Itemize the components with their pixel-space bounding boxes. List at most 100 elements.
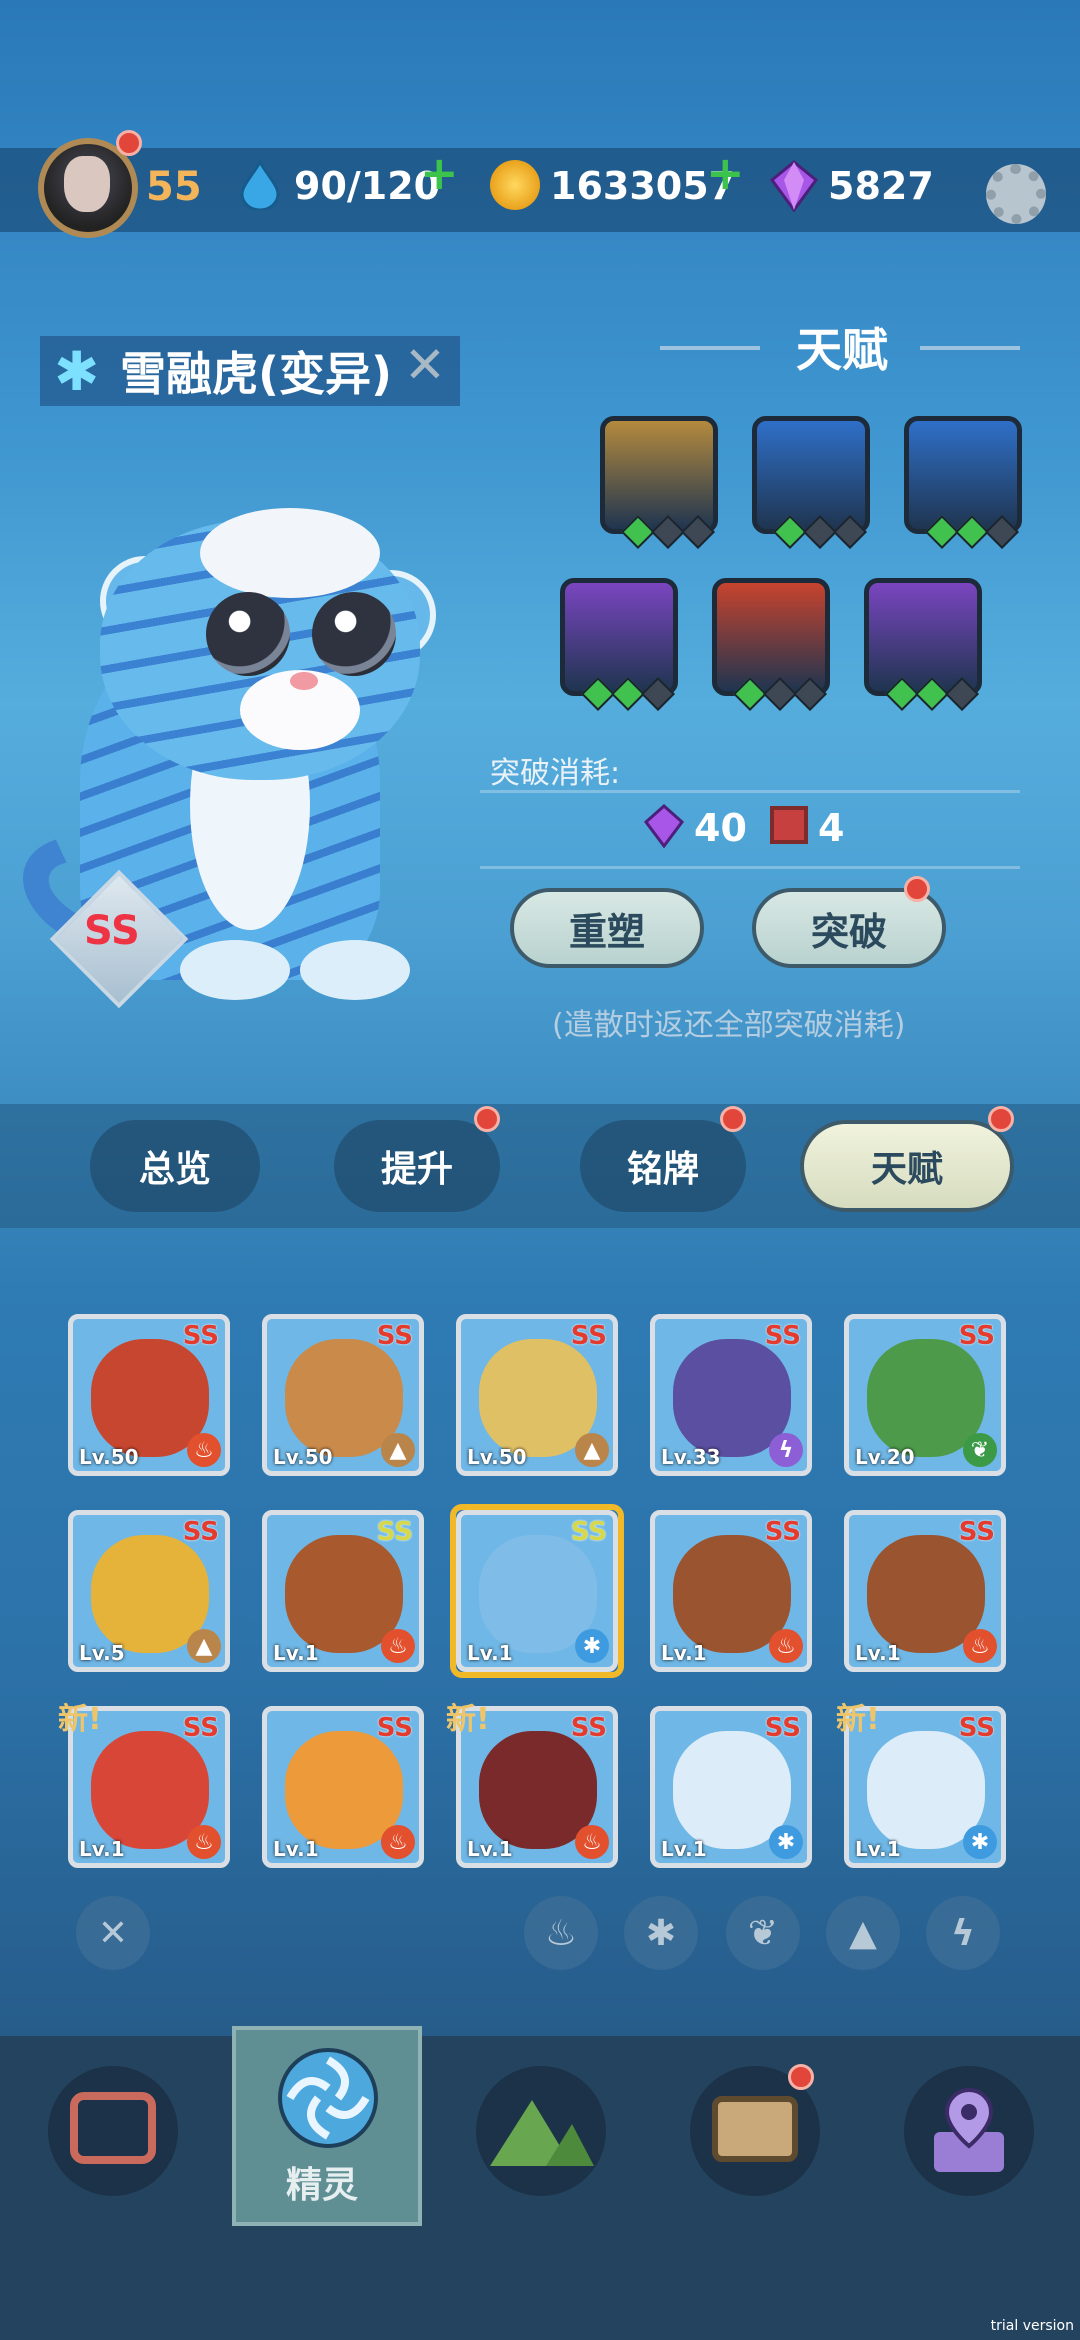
pet-card[interactable]: SS Lv.1 ♨ bbox=[844, 1510, 1006, 1672]
level-pip bbox=[651, 515, 685, 549]
tab-notification-dot bbox=[474, 1106, 500, 1132]
level-pip bbox=[885, 677, 919, 711]
tab-notification-dot bbox=[988, 1106, 1014, 1132]
leaf-element-icon: ❦ bbox=[963, 1433, 997, 1467]
talent-level-pips bbox=[621, 515, 715, 549]
pet-card[interactable]: SS Lv.1 ♨ bbox=[262, 1510, 424, 1672]
pet-level: Lv.20 bbox=[855, 1445, 915, 1469]
divider bbox=[480, 866, 1020, 869]
pet-level: Lv.1 bbox=[79, 1837, 125, 1861]
chest-icon bbox=[712, 2096, 798, 2162]
talent-5-icon[interactable] bbox=[712, 578, 830, 696]
pet-rank: SS bbox=[570, 1321, 607, 1351]
add-coin-button[interactable]: + bbox=[706, 150, 745, 196]
level-pip bbox=[611, 677, 645, 711]
fire-element-icon: ♨ bbox=[769, 1629, 803, 1663]
ice-element-icon: ✱ bbox=[963, 1825, 997, 1859]
talent-title: 天赋 bbox=[796, 323, 888, 377]
breakthrough-note: (遣散时返还全部突破消耗) bbox=[552, 1008, 906, 1043]
reshape-button[interactable]: 重塑 bbox=[510, 888, 704, 968]
pet-rank: SS bbox=[182, 1321, 219, 1351]
pet-card[interactable]: SS Lv.20 ❦ bbox=[844, 1314, 1006, 1476]
level-pip bbox=[641, 677, 675, 711]
pet-rank: SS bbox=[182, 1713, 219, 1743]
avatar-face bbox=[64, 156, 110, 212]
pet-card[interactable]: SS Lv.1 ✱ bbox=[650, 1706, 812, 1868]
filter-ice-icon[interactable]: ✱ bbox=[624, 1896, 698, 1970]
pet-card[interactable]: SS Lv.5 ▲ bbox=[68, 1510, 230, 1672]
pet-card[interactable]: SS Lv.50 ▲ bbox=[456, 1314, 618, 1476]
pet-rank: SS bbox=[764, 1713, 801, 1743]
tiger-paw-left bbox=[180, 940, 290, 1000]
tab-3[interactable]: 铭牌 bbox=[580, 1120, 746, 1212]
pet-rank: SS bbox=[570, 1713, 607, 1743]
filter-fire-icon[interactable]: ♨ bbox=[524, 1896, 598, 1970]
nav-map[interactable] bbox=[476, 2066, 606, 2196]
fire-element-icon: ♨ bbox=[187, 1433, 221, 1467]
player-level: 55 bbox=[146, 164, 202, 210]
pet-rank: SS bbox=[376, 1321, 413, 1351]
nav-spirit-label: 精灵 bbox=[286, 2165, 359, 2206]
talent-2-icon[interactable] bbox=[752, 416, 870, 534]
talent-6-icon[interactable] bbox=[864, 578, 982, 696]
tab-notification-dot bbox=[720, 1106, 746, 1132]
fire-element-icon: ♨ bbox=[963, 1629, 997, 1663]
tab-1[interactable]: 总览 bbox=[90, 1120, 260, 1212]
pet-level: Lv.1 bbox=[273, 1837, 319, 1861]
clear-filter-button[interactable]: ✕ bbox=[76, 1896, 150, 1970]
level-pip bbox=[803, 515, 837, 549]
pet-level: Lv.50 bbox=[79, 1445, 139, 1469]
breakthrough-notification-dot bbox=[904, 876, 930, 902]
pet-rank: SS bbox=[764, 1321, 801, 1351]
level-pip bbox=[581, 677, 615, 711]
level-pip bbox=[681, 515, 715, 549]
filter-leaf-icon[interactable]: ❦ bbox=[726, 1896, 800, 1970]
talent-level-pips bbox=[581, 677, 675, 711]
pet-name: 雪融虎(变异) bbox=[120, 347, 393, 401]
pet-level: Lv.50 bbox=[467, 1445, 527, 1469]
pet-card[interactable]: SS Lv.50 ▲ bbox=[262, 1314, 424, 1476]
talent-level-pips bbox=[925, 515, 1019, 549]
level-pip bbox=[773, 515, 807, 549]
tab-2[interactable]: 提升 bbox=[334, 1120, 500, 1212]
talent-level-pips bbox=[773, 515, 867, 549]
pet-card[interactable]: SS Lv.33 ϟ bbox=[650, 1314, 812, 1476]
pet-level: Lv.1 bbox=[273, 1641, 319, 1665]
new-badge: 新! bbox=[836, 1702, 880, 1737]
level-pip bbox=[925, 515, 959, 549]
thunder-element-icon: ϟ bbox=[769, 1433, 803, 1467]
selected-frame bbox=[450, 1504, 624, 1678]
filter-earth-icon[interactable]: ▲ bbox=[826, 1896, 900, 1970]
rarity-text: SS bbox=[84, 908, 140, 954]
pet-card[interactable]: SS Lv.1 ♨ bbox=[650, 1510, 812, 1672]
pet-rank: SS bbox=[376, 1517, 413, 1547]
pet-level: Lv.5 bbox=[79, 1641, 125, 1665]
fire-element-icon: ♨ bbox=[381, 1629, 415, 1663]
level-pip bbox=[955, 515, 989, 549]
close-icon[interactable]: ✕ bbox=[404, 336, 446, 394]
watermark: trial version bbox=[990, 2318, 1074, 2334]
cost-item-value: 4 bbox=[818, 806, 845, 850]
breakthrough-cost-label: 突破消耗: bbox=[490, 756, 621, 791]
coin-icon bbox=[490, 160, 540, 210]
nav-location[interactable] bbox=[904, 2066, 1034, 2196]
pet-card[interactable]: SS Lv.1 ♨ bbox=[262, 1706, 424, 1868]
backpack-notification-dot bbox=[788, 2064, 814, 2090]
add-stamina-button[interactable]: + bbox=[420, 150, 459, 196]
talent-1-icon[interactable] bbox=[600, 416, 718, 534]
stamina-value: 90/120 bbox=[294, 164, 441, 208]
level-pip bbox=[985, 515, 1019, 549]
gear-icon[interactable] bbox=[986, 164, 1046, 224]
console-icon bbox=[70, 2092, 156, 2164]
filter-thunder-icon[interactable]: ϟ bbox=[926, 1896, 1000, 1970]
nav-console[interactable] bbox=[48, 2066, 178, 2196]
tab-4[interactable]: 天赋 bbox=[800, 1120, 1014, 1212]
cost-gem-value: 40 bbox=[694, 806, 747, 850]
talent-3-icon[interactable] bbox=[904, 416, 1022, 534]
talent-4-icon[interactable] bbox=[560, 578, 678, 696]
avatar-notification-dot bbox=[116, 130, 142, 156]
pet-card[interactable]: SS Lv.50 ♨ bbox=[68, 1314, 230, 1476]
level-pip bbox=[733, 677, 767, 711]
ice-element-icon: ✱ bbox=[54, 340, 100, 403]
mountain-icon bbox=[490, 2100, 594, 2166]
